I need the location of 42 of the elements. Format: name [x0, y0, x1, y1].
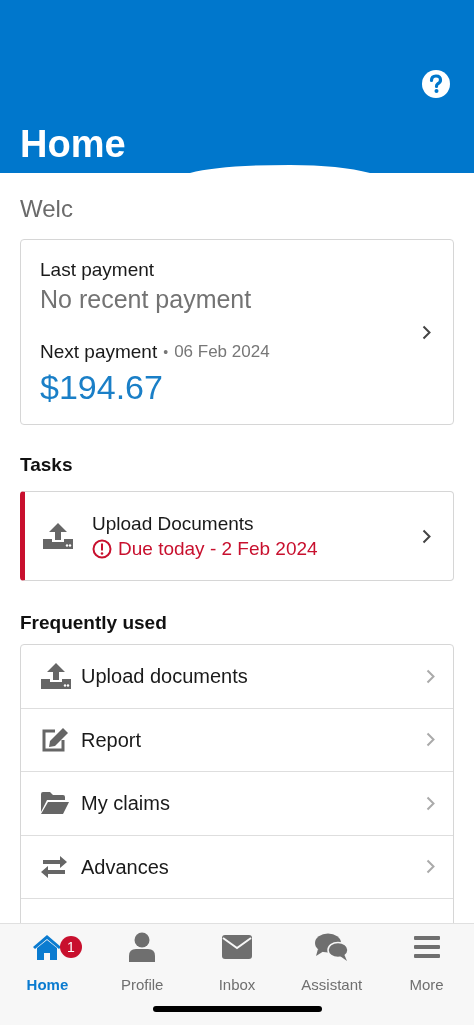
folder-icon — [41, 792, 69, 815]
person-icon — [129, 932, 156, 962]
exchange-arrows-icon — [41, 855, 67, 878]
tab-item[interactable]: Home 1 — [0, 932, 95, 992]
frequently-used-heading: Frequently used — [20, 613, 168, 632]
next-payment-date: 06 Feb 2024 — [174, 343, 270, 360]
welcome-text: Welc — [20, 197, 74, 221]
menu-icon — [413, 936, 440, 958]
shortcut-row[interactable]: Report — [21, 708, 453, 772]
last-payment-value: No recent payment — [40, 287, 253, 312]
shortcut-row[interactable]: Upload documents — [21, 645, 453, 709]
chevron-right-icon — [422, 324, 431, 340]
last-payment-label: Last payment — [40, 260, 156, 279]
house-icon — [32, 934, 63, 960]
chevron-right-icon — [422, 528, 431, 544]
alert-icon — [92, 538, 112, 559]
upload-icon — [41, 663, 71, 690]
chevron-right-icon — [426, 795, 435, 811]
chevron-right-icon — [426, 732, 435, 748]
tab-item[interactable]: Inbox — [189, 932, 285, 992]
chevron-right-icon — [426, 859, 435, 875]
tab-item[interactable]: More — [379, 932, 474, 992]
task-due-date: Due today - 2 Feb 2024 — [118, 539, 318, 558]
next-payment-label: Next payment — [40, 342, 158, 361]
chevron-right-icon — [426, 668, 435, 684]
upload-icon — [43, 523, 73, 549]
shortcut-row[interactable]: My claims — [21, 772, 453, 836]
tab-item[interactable]: Profile — [94, 932, 190, 992]
payment-amount: $194.67 — [40, 370, 164, 404]
help-icon[interactable] — [422, 70, 450, 98]
tab-item[interactable]: Assistant — [284, 932, 380, 992]
shortcut-row[interactable]: Advances — [21, 835, 453, 899]
payment-card[interactable]: Last payment No recent payment Next payment • 06 Feb 2024 $194.67 — [20, 239, 454, 425]
tasks-heading: Tasks — [20, 455, 74, 474]
envelope-icon — [222, 935, 252, 959]
chat-bubbles-icon — [314, 933, 349, 961]
notification-badge: 1 — [60, 936, 82, 958]
task-card[interactable]: Upload Documents Due today - 2 Feb 2024 — [20, 491, 454, 581]
edit-icon — [41, 726, 69, 753]
separator-dot: • — [163, 344, 169, 359]
task-title: Upload Documents — [92, 513, 255, 533]
page-title: Home — [20, 125, 126, 163]
